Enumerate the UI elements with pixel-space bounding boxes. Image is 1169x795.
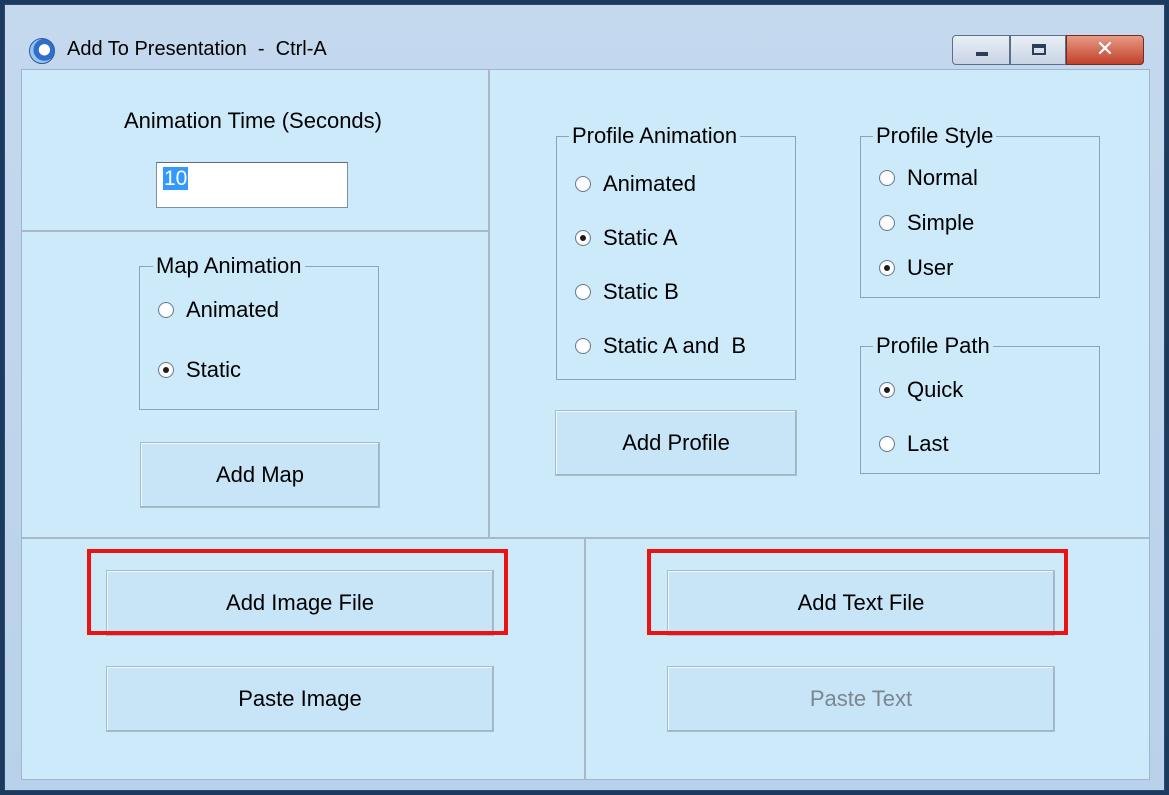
radio-label: Quick — [907, 377, 964, 402]
map-animation-animated-radio[interactable]: Animated — [158, 297, 279, 323]
radio-label: Static — [186, 357, 242, 382]
radio-label: Animated — [603, 171, 696, 196]
radio-indicator — [575, 230, 591, 246]
profile-style-normal-radio[interactable]: Normal — [879, 165, 978, 191]
radio-indicator — [575, 176, 591, 192]
app-logo-icon — [29, 38, 55, 64]
profile-path-last-radio[interactable]: Last — [879, 431, 949, 457]
profile-animation-static-a-radio[interactable]: Static A — [575, 225, 678, 251]
profile-style-legend: Profile Style — [873, 123, 997, 149]
profile-animation-group: Profile Animation Animated Static A Stat… — [556, 123, 796, 380]
profile-style-user-radio[interactable]: User — [879, 255, 953, 281]
profile-animation-legend: Profile Animation — [569, 123, 741, 149]
highlight-add-text-file — [647, 549, 1068, 635]
radio-indicator — [879, 260, 895, 276]
add-map-button[interactable]: Add Map — [140, 442, 380, 508]
radio-indicator — [879, 170, 895, 186]
radio-indicator — [879, 215, 895, 231]
radio-indicator — [158, 362, 174, 378]
divider-vertical-bottom — [584, 537, 586, 779]
map-animation-static-radio[interactable]: Static — [158, 357, 241, 383]
radio-label: Normal — [907, 165, 978, 190]
radio-label: Static B — [603, 279, 679, 304]
radio-label: Last — [907, 431, 949, 456]
radio-indicator — [575, 338, 591, 354]
animation-time-value: 10 — [163, 167, 189, 190]
add-profile-button[interactable]: Add Profile — [555, 410, 797, 476]
radio-indicator — [575, 284, 591, 300]
close-icon: ✕ — [1095, 37, 1115, 62]
profile-animation-static-b-radio[interactable]: Static B — [575, 279, 679, 305]
maximize-icon — [1032, 44, 1046, 55]
maximize-button[interactable] — [1010, 35, 1066, 65]
profile-path-group: Profile Path Quick Last — [860, 333, 1100, 474]
profile-animation-animated-radio[interactable]: Animated — [575, 171, 696, 197]
animation-time-label: Animation Time (Seconds) — [124, 108, 382, 133]
dialog-client-area: Animation Time (Seconds) 10 Map Animatio… — [21, 69, 1150, 780]
highlight-add-image-file — [87, 549, 508, 635]
window-title: Add To Presentation - Ctrl-A — [67, 38, 327, 60]
paste-text-button[interactable]: Paste Text — [667, 666, 1055, 732]
radio-indicator — [879, 382, 895, 398]
radio-label: Animated — [186, 297, 279, 322]
radio-indicator — [879, 436, 895, 452]
dialog-window: Add To Presentation - Ctrl-A ✕ Animation… — [4, 4, 1165, 791]
paste-image-button[interactable]: Paste Image — [106, 666, 494, 732]
map-animation-legend: Map Animation — [153, 253, 305, 279]
radio-label: User — [907, 255, 954, 280]
divider-left-top — [22, 230, 488, 232]
minimize-button[interactable] — [952, 35, 1010, 65]
radio-label: Simple — [907, 210, 975, 235]
profile-path-quick-radio[interactable]: Quick — [879, 377, 963, 403]
radio-indicator — [158, 302, 174, 318]
title-bar[interactable]: Add To Presentation - Ctrl-A ✕ — [5, 5, 1164, 69]
profile-style-simple-radio[interactable]: Simple — [879, 210, 974, 236]
close-button[interactable]: ✕ — [1066, 35, 1144, 65]
profile-animation-static-a-and-b-radio[interactable]: Static A and B — [575, 333, 746, 359]
profile-path-legend: Profile Path — [873, 333, 993, 359]
profile-style-group: Profile Style Normal Simple User — [860, 123, 1100, 298]
radio-label: Static A — [603, 225, 678, 250]
map-animation-group: Map Animation Animated Static — [139, 253, 379, 410]
radio-label: Static A and B — [603, 333, 747, 358]
animation-time-input[interactable]: 10 — [156, 162, 348, 208]
divider-vertical-top — [488, 70, 490, 537]
minimize-icon — [976, 52, 988, 56]
